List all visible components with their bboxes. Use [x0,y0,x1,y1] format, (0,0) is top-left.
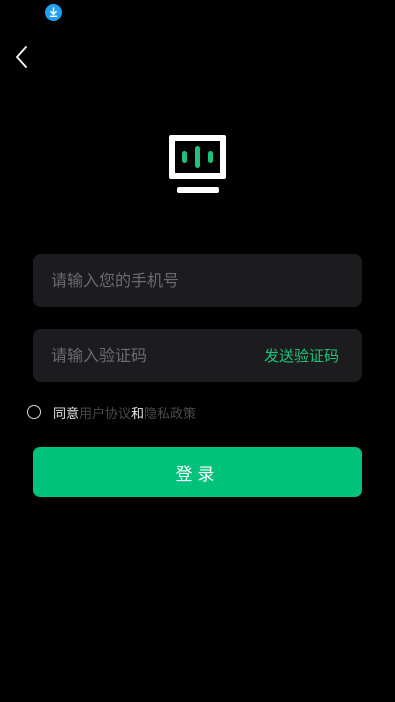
tv-logo-icon [167,133,229,195]
back-button[interactable] [10,42,34,72]
user-agreement-link[interactable]: 用户协议 [79,403,131,422]
agreement-row: 同意 用户协议 和 隐私政策 [27,403,196,422]
chevron-left-icon [16,46,27,68]
code-field[interactable]: 发送验证码 [33,329,362,382]
code-input[interactable] [51,346,264,365]
privacy-policy-link[interactable]: 隐私政策 [144,403,196,422]
phone-input[interactable] [51,271,344,290]
login-button[interactable]: 登录 [33,447,362,497]
agree-checkbox[interactable] [27,405,41,419]
phone-field[interactable] [33,254,362,307]
agree-and: 和 [131,406,145,422]
send-code-button[interactable]: 发送验证码 [264,345,339,366]
download-icon [45,4,62,21]
agree-prefix: 同意 [53,406,80,422]
